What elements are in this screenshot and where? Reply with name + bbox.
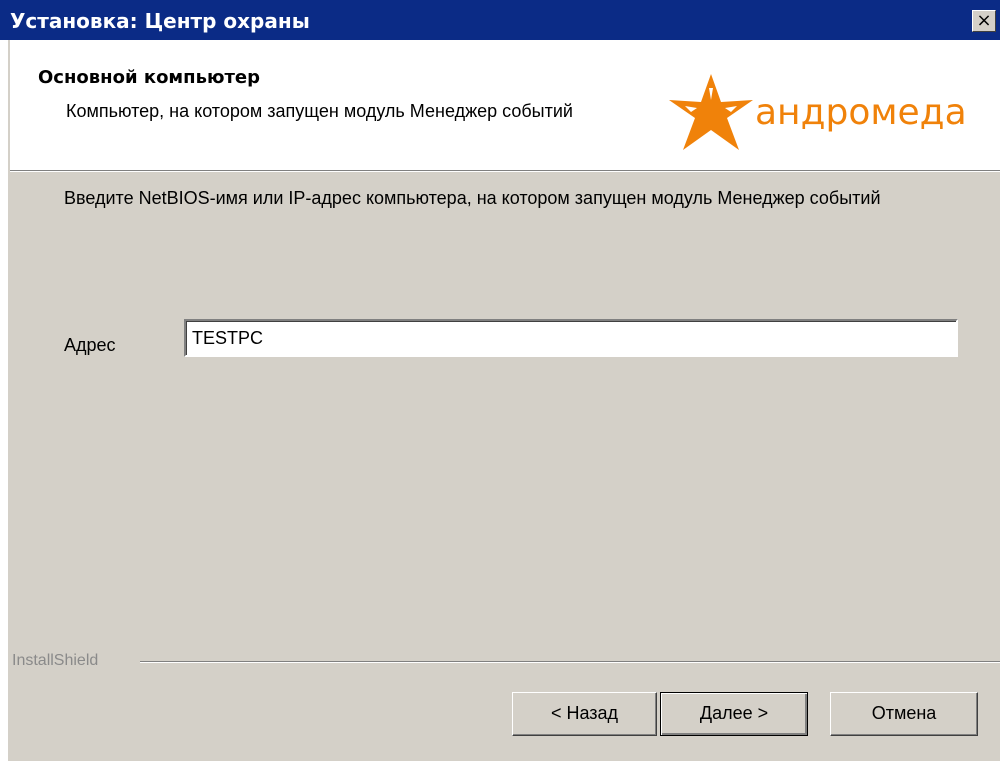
page-title: Основной компьютер xyxy=(38,67,260,88)
star-icon xyxy=(669,74,753,150)
address-label: Адрес xyxy=(64,335,116,355)
left-edge xyxy=(8,40,10,761)
page-subtitle: Компьютер, на котором запущен модуль Мен… xyxy=(66,101,573,121)
andromeda-logo: андромеда xyxy=(663,66,993,161)
next-button[interactable]: Далее > xyxy=(660,692,808,736)
title-bar: Установка: Центр охраны × xyxy=(0,0,1000,40)
content-panel xyxy=(10,172,1000,761)
installshield-label: InstallShield xyxy=(12,652,105,670)
cancel-button[interactable]: Отмена xyxy=(830,692,978,736)
back-button[interactable]: < Назад xyxy=(512,692,657,736)
close-icon: × xyxy=(976,10,992,31)
address-input[interactable] xyxy=(184,319,958,357)
instruction-text: Введите NetBIOS-имя или IP-адрес компьют… xyxy=(64,188,881,208)
logo-text: андромеда xyxy=(755,92,967,133)
brand-divider xyxy=(140,661,1000,663)
window-title: Установка: Центр охраны xyxy=(10,9,310,33)
close-button[interactable]: × xyxy=(972,10,996,32)
